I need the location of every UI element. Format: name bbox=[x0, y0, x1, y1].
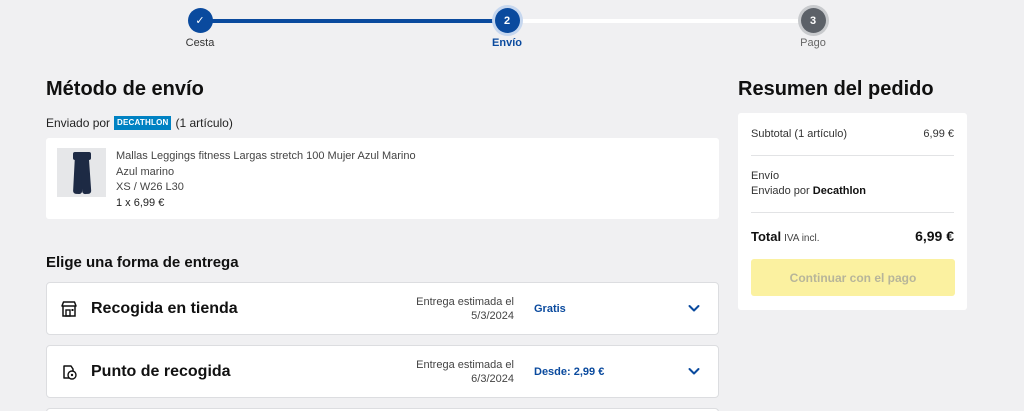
store-icon bbox=[61, 301, 77, 317]
order-summary-card: Subtotal (1 artículo) 6,99 € Envío Envia… bbox=[738, 113, 967, 310]
shipped-by-line: Enviado por DECATHLON (1 artículo) bbox=[46, 116, 233, 130]
product-image bbox=[57, 148, 106, 197]
stepper-track-completed bbox=[200, 19, 507, 23]
step-label: Envío bbox=[492, 37, 522, 49]
order-summary-title: Resumen del pedido bbox=[738, 78, 934, 100]
product-size: XS / W26 L30 bbox=[116, 181, 184, 193]
divider bbox=[751, 155, 954, 156]
product-name: Mallas Leggings fitness Largas stretch 1… bbox=[116, 150, 416, 162]
subtotal-label: Subtotal (1 artículo) bbox=[751, 128, 847, 140]
chevron-down-icon[interactable] bbox=[687, 364, 701, 378]
item-count: (1 artículo) bbox=[175, 116, 233, 130]
option-label: Recogida en tienda bbox=[91, 300, 238, 317]
stepper-track-pending bbox=[507, 19, 813, 23]
product-qty-price: 1 x 6,99 € bbox=[116, 196, 165, 209]
tax-note: IVA incl. bbox=[784, 233, 820, 244]
check-icon: ✓ bbox=[187, 8, 213, 33]
step-label: Pago bbox=[800, 37, 826, 49]
divider bbox=[751, 212, 954, 213]
product-info: Mallas Leggings fitness Largas stretch 1… bbox=[116, 149, 416, 211]
step-cesta[interactable]: ✓ Cesta bbox=[160, 8, 240, 49]
subtotal-value: 6,99 € bbox=[923, 128, 954, 140]
chevron-down-icon[interactable] bbox=[687, 301, 701, 315]
pickup-point-icon bbox=[63, 365, 77, 380]
delivery-option-store-pickup[interactable]: Recogida en tienda Entrega estimada el 5… bbox=[46, 282, 719, 335]
shipping-label: Envío bbox=[751, 170, 780, 182]
shipping-by: Enviado por Decathlon bbox=[751, 185, 866, 197]
continue-to-payment-button[interactable]: Continuar con el pago bbox=[751, 259, 955, 296]
estimated-delivery: Entrega estimada el 6/3/2024 bbox=[416, 359, 514, 385]
delivery-option-pickup-point[interactable]: Punto de recogida Entrega estimada el 6/… bbox=[46, 345, 719, 398]
total-label: Total bbox=[751, 229, 782, 244]
step-number: 2 bbox=[494, 8, 520, 33]
shipping-method-title: Método de envío bbox=[46, 78, 204, 100]
total-row: Total IVA incl. 6,99 € bbox=[751, 228, 954, 244]
step-envio: 2 Envío bbox=[467, 8, 547, 49]
option-price: Desde: 2,99 € bbox=[534, 366, 605, 378]
step-number: 3 bbox=[800, 8, 826, 33]
estimated-delivery: Entrega estimada el 5/3/2024 bbox=[416, 296, 514, 322]
step-pago: 3 Pago bbox=[773, 8, 853, 49]
total-value: 6,99 € bbox=[915, 228, 954, 244]
shipping-row: Envío Enviado por Decathlon bbox=[751, 169, 954, 199]
product-color: Azul marino bbox=[116, 165, 175, 178]
shipped-by-prefix: Enviado por bbox=[46, 116, 111, 130]
delivery-options-title: Elige una forma de entrega bbox=[46, 254, 239, 271]
option-label: Punto de recogida bbox=[91, 363, 231, 380]
option-price: Gratis bbox=[534, 303, 566, 315]
checkout-stepper: ✓ Cesta 2 Envío 3 Pago bbox=[0, 0, 1024, 60]
decathlon-logo: DECATHLON bbox=[114, 116, 172, 130]
product-card: Mallas Leggings fitness Largas stretch 1… bbox=[46, 138, 719, 219]
step-label: Cesta bbox=[185, 37, 215, 49]
subtotal-row: Subtotal (1 artículo) 6,99 € bbox=[751, 128, 954, 140]
